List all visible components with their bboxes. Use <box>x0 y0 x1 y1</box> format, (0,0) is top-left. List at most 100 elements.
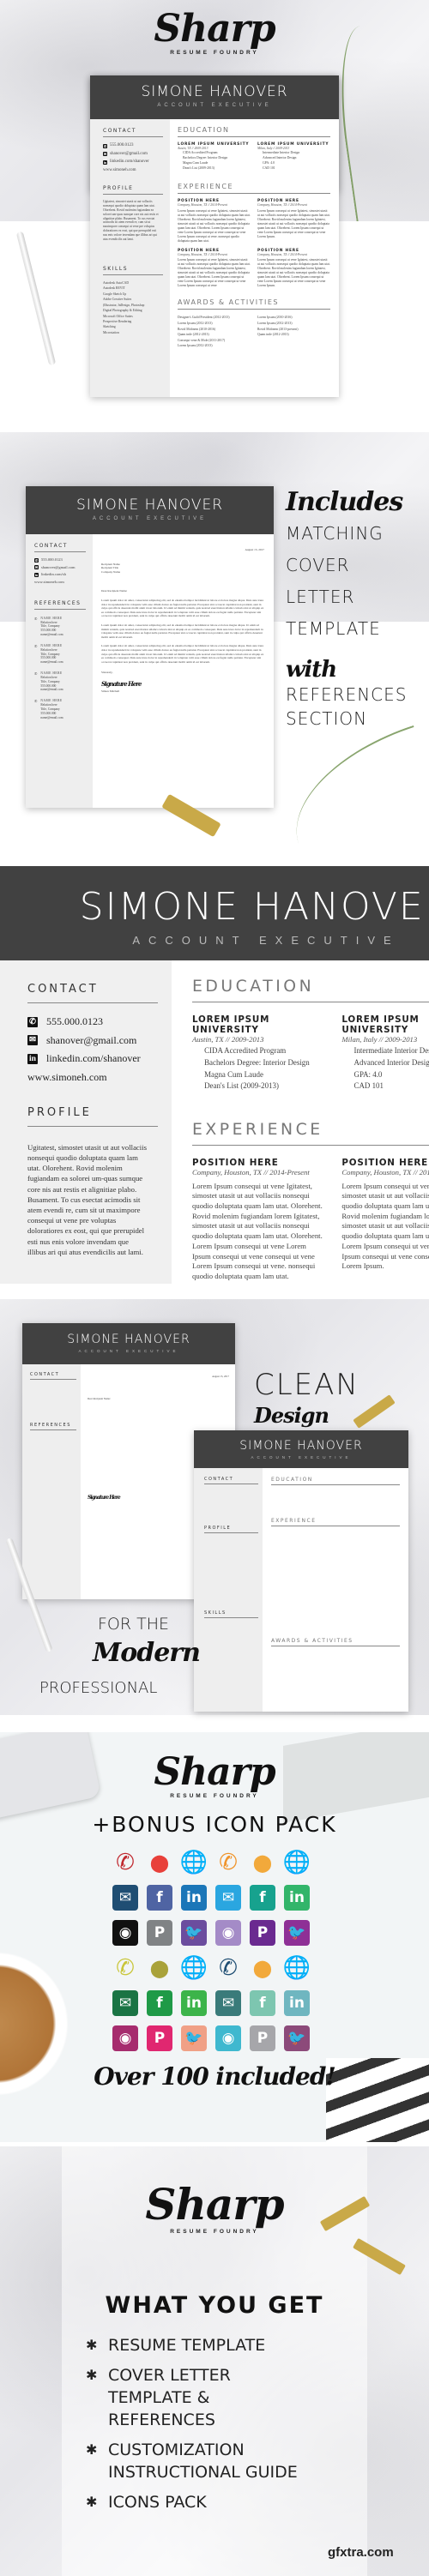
reference-details: NAME HERE Relation here Title, Company 555.… <box>40 617 63 637</box>
mail-icon: ✉ <box>34 565 39 570</box>
phone-icon: ✆ <box>34 643 38 648</box>
item-line: COVER LETTER <box>108 2366 231 2385</box>
profile-heading: PROFILE <box>204 1526 258 1533</box>
resume-main: EDUCATION LOREM IPSUM UNIVERSITY Austin, T… <box>178 119 330 349</box>
letter-paragraph: Lorem ipsum dolor sit amet, consectetur … <box>101 644 264 664</box>
experience-entry: POSITION HERECompany, Houston, TX // 201… <box>178 199 251 243</box>
signature: Signature Here <box>101 679 142 688</box>
resume-job-title: ACCOUNT EXECUTIVE <box>157 103 272 108</box>
award-item: Lorem Ipsum (2012-2013) <box>257 321 293 325</box>
phone-decoration <box>0 1732 101 1821</box>
profile-heading: PROFILE <box>27 1106 158 1127</box>
small-resume-sidebar: CONTACT PROFILE SKILLS <box>194 1468 263 1712</box>
salutation: Dear Recipient Name: <box>88 1397 111 1401</box>
position-title: POSITION HERE <box>192 1158 279 1169</box>
education-heading: EDUCATION <box>271 1477 400 1485</box>
contact-item: www.simoneh.com <box>27 1071 158 1084</box>
education-heading: EDUCATION <box>192 978 429 1003</box>
contact-text[interactable]: shanover@gmail.com <box>110 152 148 158</box>
experience-entry: POSITION HERECompany, Houston, TX // 201… <box>178 249 251 288</box>
phone-icon: ✆ <box>103 143 107 148</box>
mail-icon: ✉ <box>112 1990 138 2016</box>
phone-icon: ✆ <box>27 1016 38 1027</box>
facebook-icon: f <box>250 1990 275 2016</box>
contact-text[interactable]: shanover@gmail.com <box>46 1034 136 1047</box>
letter-date: August 15, 2017 <box>245 548 264 551</box>
award-item: Quam inde (2012-2013) <box>257 333 289 337</box>
item-text: CUSTOMIZATION INSTRUCTIONAL GUIDE <box>108 2439 298 2483</box>
education-line: CIDA Accredited Program <box>204 1045 287 1055</box>
linkedin-icon: in <box>103 159 107 165</box>
reference-line: Title, Company <box>40 679 60 683</box>
includes-lines: MATCHING COVER LETTER TEMPLATE <box>286 518 427 645</box>
reference-item: ✆ NAME HERE Relation here Title, Company 555… <box>34 617 88 637</box>
with-script: with <box>286 657 337 683</box>
education-meta: Austin, TX // 2009-2013 <box>192 1035 264 1044</box>
education-line: CAD 101 <box>263 166 275 170</box>
brand-logo: Sharp RESUME FOUNDRY <box>129 1754 300 1800</box>
contact-text[interactable]: linkedin.com/sh <box>41 572 66 577</box>
skills-heading: SKILLS <box>204 1610 258 1618</box>
reference-details: NAME HERE Relation here Title, Company 555.… <box>40 699 63 719</box>
logo-wordmark: Sharp <box>145 2179 284 2230</box>
what-you-get-item: ✱ CUSTOMIZATION INSTRUCTIONAL GUIDE <box>86 2439 298 2483</box>
twitter-icon: 🐦 <box>181 2025 207 2051</box>
includes-line: COVER <box>286 555 350 575</box>
contact-item: ✆ 555.000.0123 <box>103 143 163 149</box>
brand-logo: Sharp RESUME FOUNDRY <box>129 10 300 57</box>
education-entry: LOREM IPSUM UNIVERSITY Milan, Italy // 20… <box>257 142 330 171</box>
linkedin-icon: in <box>34 572 39 577</box>
skills-list: Autodesk AutoCAD Autodesk REVIT Google Ske… <box>103 280 163 336</box>
education-entry: LOREM IPSUM UNIVERSITY Austin, TX // 2009… <box>178 142 251 171</box>
icon-grid: ✆ ⬤ 🌐 ✆ ⬤ 🌐 ✉ f in ✉ f in ◉ P 🐦 ◉ P 🐦 ✆ ⬤ 🌐 ✆ ⬤ 🌐 ✉ f in ✉ f in ◉ P 🐦 ◉ P 🐦 <box>112 1850 311 2051</box>
design-script: Design <box>254 1403 329 1428</box>
mail-icon: ✉ <box>112 1885 138 1911</box>
pen-decoration <box>15 231 57 366</box>
twitter-icon: 🐦 <box>284 2025 310 2051</box>
contact-text[interactable]: linkedin.com/shanover <box>110 159 149 166</box>
experience-meta: Company, Houston, TX // 2014-Present <box>257 203 308 208</box>
map-pin-icon: ⬤ <box>149 1852 170 1873</box>
contact-text[interactable]: linkedin.com/shanover <box>46 1052 141 1065</box>
awards-column: Lorem Ipsum (2010-2016) Lorem Ipsum (2012… <box>257 315 330 349</box>
contact-text[interactable]: www.simoneh.com <box>103 168 136 174</box>
small-cover-job-title: ACCOUNT EXECUTIVE <box>78 1349 179 1353</box>
closeup-sidebar: CONTACT ✆ 555.000.0123 ✉ shanover@gmail.com… <box>0 960 172 1284</box>
globe-icon: 🌐 <box>179 1955 208 1981</box>
twitter-icon: 🐦 <box>181 1920 207 1946</box>
brand-logo: Sharp RESUME FOUNDRY <box>129 2179 300 2236</box>
contact-text[interactable]: www.simoneh.com <box>34 580 64 585</box>
box-decoration <box>283 1732 429 1823</box>
contact-heading: CONTACT <box>30 1372 76 1380</box>
small-resume-header: SIMONE HANOVER ACCOUNT EXECUTIVE <box>194 1430 408 1468</box>
education-line: Advanced Interior Design <box>353 1057 429 1067</box>
experience-entry: POSITION HERECompany, Houston, TX // 201… <box>341 1158 429 1281</box>
contact-text[interactable]: 555.000.0123 <box>110 143 134 149</box>
references-list: ✆ NAME HERE Relation here Title, Company 555… <box>34 617 88 720</box>
linkedin-icon: in <box>181 1885 207 1911</box>
contact-text[interactable]: shanover@gmail.com <box>41 565 76 570</box>
contact-item: ✉ shanover@gmail.com <box>27 1034 158 1047</box>
mail-icon: ✉ <box>103 152 107 157</box>
contact-heading: CONTACT <box>103 128 163 137</box>
profile-text: Ugitatest, simostet utasit ut aut vollac… <box>27 1142 147 1256</box>
letter-paragraph: Lorem ipsum dolor sit amet, consectetur … <box>101 623 263 639</box>
education-entry: LOREM IPSUM UNIVERSITY Austin, TX // 2009… <box>192 1014 326 1092</box>
what-you-get-item: ✱ COVER LETTER TEMPLATE & REFERENCES <box>86 2364 298 2431</box>
experience-entry: POSITION HERECompany, Houston, TX // 201… <box>192 1158 326 1281</box>
contact-heading: CONTACT <box>34 543 86 552</box>
experience-grid: POSITION HERE Company, Houston, TX // 201… <box>192 1158 429 1281</box>
contact-text[interactable]: 555.000.0123 <box>46 1015 103 1028</box>
letter-paragraph: Lorem ipsum dolor sit amet, consectetur … <box>101 598 264 618</box>
item-line: ICONS PACK <box>108 2493 207 2512</box>
watermark: gfxtra.com <box>328 2545 394 2560</box>
plant-decoration <box>275 725 429 845</box>
references-heading: REFERENCES <box>34 600 86 610</box>
resume-preview-1: SIMONE HANOVER ACCOUNT EXECUTIVE CONTACT… <box>90 75 339 397</box>
small-resume-main: EDUCATION EXPERIENCE AWARDS & ACTIVITIES <box>271 1468 400 1646</box>
contact-text[interactable]: 555.000.0123 <box>41 557 63 563</box>
clean-heading: CLEAN <box>254 1368 360 1402</box>
education-entry: LOREM IPSUM UNIVERSITY Milan, Italy // 20… <box>341 1014 429 1092</box>
linkedin-icon: in <box>284 1885 310 1911</box>
contact-text[interactable]: www.simoneh.com <box>27 1071 107 1084</box>
